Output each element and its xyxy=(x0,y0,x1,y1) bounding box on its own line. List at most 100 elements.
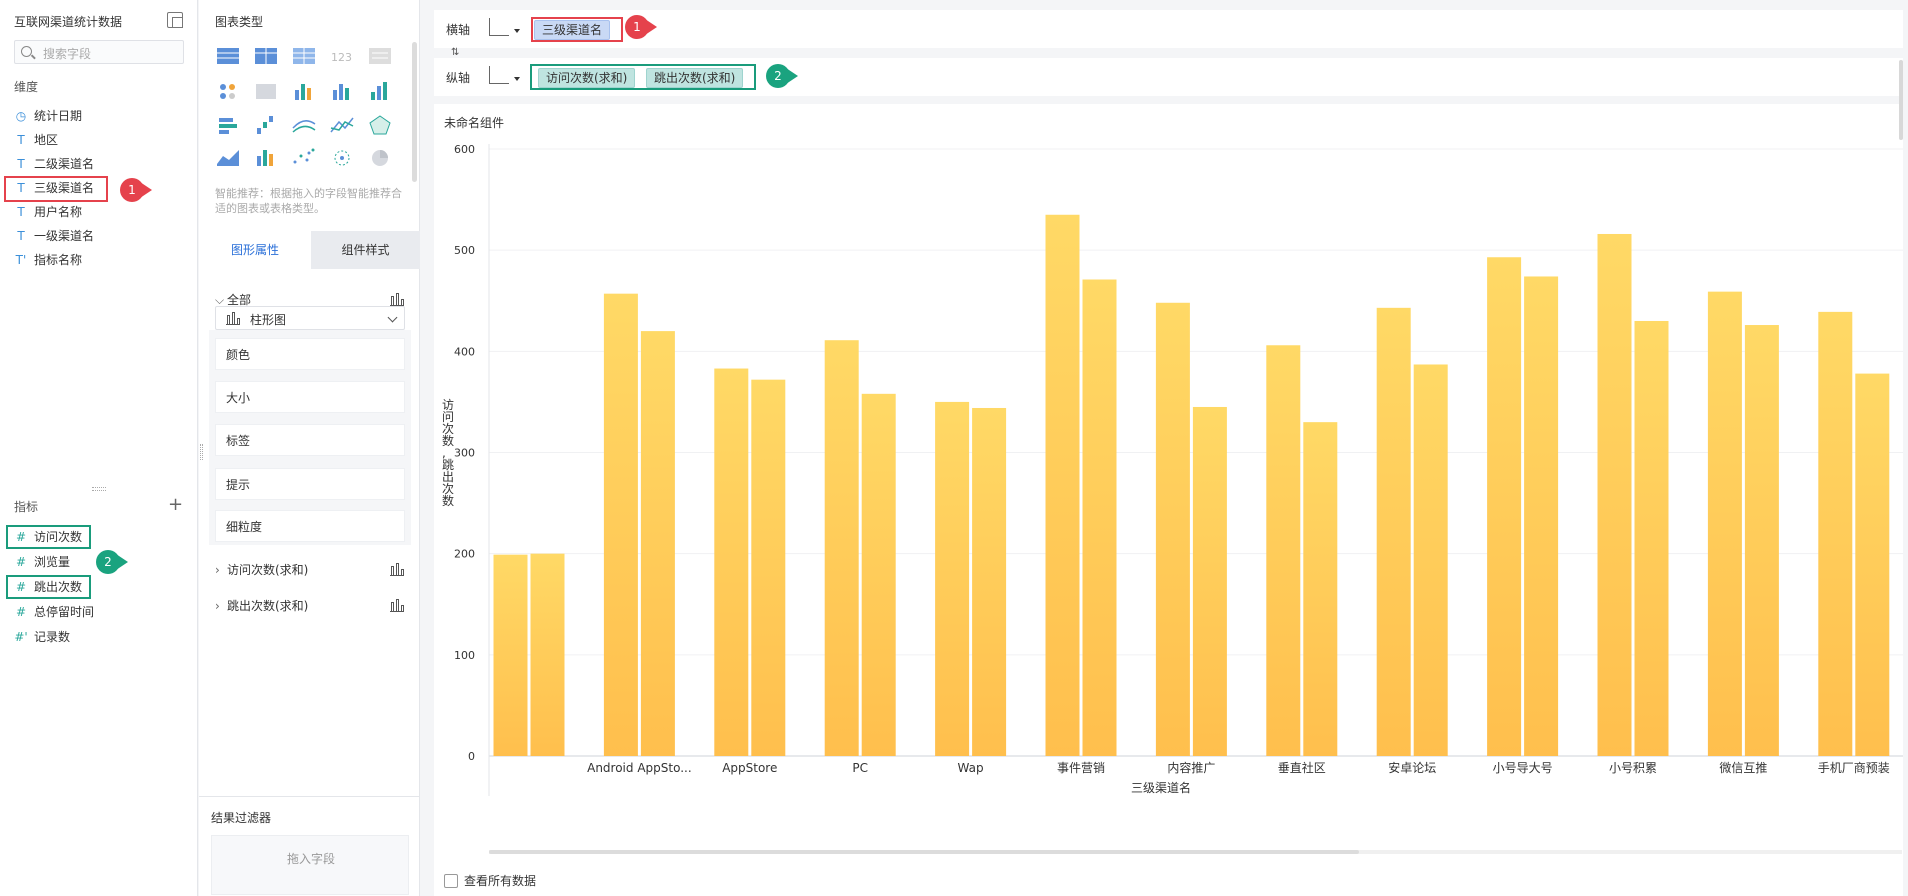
chevron-right-icon: › xyxy=(215,563,220,577)
chart-bars xyxy=(493,214,1890,757)
search-placeholder: 搜索字段 xyxy=(43,47,92,61)
property-granularity[interactable]: 细粒度 xyxy=(215,510,405,542)
caret-down-icon[interactable] xyxy=(514,29,520,33)
dimension-field[interactable]: T' 指标名称 xyxy=(14,250,82,270)
horizontal-bar-icon[interactable] xyxy=(219,118,237,134)
axis-type-icon[interactable] xyxy=(489,66,509,84)
column-chart-icon[interactable] xyxy=(371,82,387,100)
svg-text:123: 123 xyxy=(331,51,352,64)
x-axis-title: 三级渠道名 xyxy=(1131,780,1191,795)
scrollbar-thumb[interactable] xyxy=(489,850,1359,854)
add-measure-icon[interactable]: + xyxy=(168,496,183,514)
annotation-badge-2: 2 xyxy=(766,64,802,88)
page-scrollbar[interactable] xyxy=(1899,60,1903,140)
measure-field[interactable]: #' 记录数 xyxy=(14,627,70,647)
measure-field[interactable]: # 浏览量 xyxy=(14,552,70,572)
bar-visits xyxy=(603,293,638,756)
calc-number-type-icon: #' xyxy=(14,630,28,644)
pie-chart-icon[interactable] xyxy=(372,150,388,166)
dimension-field[interactable]: T 地区 xyxy=(14,130,58,150)
x-tick-label: Wap xyxy=(958,761,984,775)
annotation-badge-1: 1 xyxy=(120,178,156,202)
scatter-chart-icon[interactable] xyxy=(293,148,315,164)
checkbox[interactable] xyxy=(444,874,458,888)
panel-resize-handle[interactable] xyxy=(92,487,106,491)
chart-types-label: 图表类型 xyxy=(215,15,264,29)
dimension-field[interactable]: T 二级渠道名 xyxy=(14,154,94,174)
bar-visits xyxy=(935,401,970,756)
region-map-icon[interactable] xyxy=(256,84,276,99)
bar-bounces xyxy=(861,393,896,756)
y-tick-label: 200 xyxy=(454,548,475,561)
waterfall-icon[interactable] xyxy=(257,116,273,134)
show-all-data-checkbox[interactable]: 查看所有数据 xyxy=(444,872,536,889)
y-tick-label: 300 xyxy=(454,447,475,460)
table-icon[interactable] xyxy=(217,48,239,64)
bar-chart-icon[interactable] xyxy=(333,84,349,100)
y-axis-ticks: 0 100 200 300 400 500 600 xyxy=(454,143,475,763)
cross-table-icon[interactable] xyxy=(255,48,277,64)
chart-horizontal-scrollbar[interactable] xyxy=(489,850,1902,854)
x-tick-label: 小号积累 xyxy=(1609,761,1657,775)
dataset-title: 互联网渠道统计数据 xyxy=(14,15,123,29)
map-icon[interactable] xyxy=(220,84,235,99)
tab-graphic-properties[interactable]: 图形属性 xyxy=(199,231,311,269)
swap-axes-icon[interactable]: ⇅ xyxy=(451,47,459,58)
number-type-icon: # xyxy=(15,555,27,569)
clock-icon: ◷ xyxy=(15,109,27,123)
detail-table-icon[interactable] xyxy=(293,48,315,64)
y-tick-label: 100 xyxy=(454,649,475,662)
series-group-visits[interactable]: › 访问次数(求和) xyxy=(215,560,308,580)
axis-type-icon[interactable] xyxy=(489,18,509,36)
bar-visits xyxy=(1487,257,1522,756)
x-tick-label: 手机厂商预装 xyxy=(1818,760,1890,775)
text-block-icon[interactable] xyxy=(369,48,391,64)
chart-type-select[interactable]: 柱形图 xyxy=(215,306,405,330)
property-color[interactable]: 颜色 xyxy=(215,338,405,370)
y-axis-label: 纵轴 xyxy=(446,71,471,85)
widget-title[interactable]: 未命名组件 xyxy=(444,114,504,131)
switch-dataset-icon[interactable] xyxy=(167,12,183,28)
radar-chart-icon[interactable] xyxy=(369,115,391,135)
y-tick-label: 400 xyxy=(454,345,475,358)
x-tick-label: 安卓论坛 xyxy=(1388,760,1436,775)
chart-types-scrollbar[interactable] xyxy=(412,42,417,182)
property-tooltip[interactable]: 提示 xyxy=(215,468,405,500)
kpi-number-icon[interactable]: 123 xyxy=(331,51,352,64)
combo-chart-icon[interactable] xyxy=(257,150,273,166)
bar-visits xyxy=(1376,307,1411,756)
text-type-icon: T xyxy=(17,133,25,147)
text-type-icon: T xyxy=(17,205,25,219)
chevron-down-icon xyxy=(387,312,398,323)
property-label[interactable]: 标签 xyxy=(215,424,405,456)
bar-type-icon[interactable] xyxy=(390,293,404,306)
x-tick-label: PC xyxy=(852,761,868,775)
dimension-field[interactable]: T 一级渠道名 xyxy=(14,226,94,246)
polyline-chart-icon[interactable] xyxy=(330,117,354,133)
bar-type-icon[interactable] xyxy=(390,599,404,612)
bar-type-icon[interactable] xyxy=(390,563,404,576)
bi-editor: 互联网渠道统计数据 搜索字段 维度 ◷ 统计日期 T 地区 T 二级渠道名 T 三级渠道… xyxy=(0,0,1908,896)
calc-text-type-icon: T' xyxy=(15,253,27,267)
panel-resize-handle[interactable] xyxy=(200,444,203,460)
result-filter-section: 结果过滤器 拖入字段 xyxy=(199,796,420,896)
text-type-icon: T xyxy=(17,157,25,171)
series-group-bounces[interactable]: › 跳出次数(求和) xyxy=(215,596,308,616)
y-axis-title: 访问次数,跳出次数 xyxy=(442,398,454,508)
measure-field[interactable]: # 总停留时间 xyxy=(14,602,94,622)
field-search-input[interactable]: 搜索字段 xyxy=(14,40,184,64)
grouped-bar-icon[interactable] xyxy=(295,84,311,100)
filter-drop-zone[interactable]: 拖入字段 xyxy=(211,835,409,895)
property-size[interactable]: 大小 xyxy=(215,381,405,413)
bar-bounces xyxy=(1855,373,1890,756)
chevron-right-icon: › xyxy=(215,599,220,613)
dimension-field[interactable]: ◷ 统计日期 xyxy=(14,106,82,126)
x-tick-label: 事件营销 xyxy=(1057,761,1105,775)
area-chart-icon[interactable] xyxy=(217,150,239,166)
line-chart-icon[interactable] xyxy=(292,120,316,133)
search-icon xyxy=(21,46,32,57)
tab-component-style[interactable]: 组件样式 xyxy=(311,231,420,269)
caret-down-icon[interactable] xyxy=(514,77,520,81)
dimension-field[interactable]: T 用户名称 xyxy=(14,202,82,222)
bubble-chart-icon[interactable] xyxy=(334,150,350,166)
